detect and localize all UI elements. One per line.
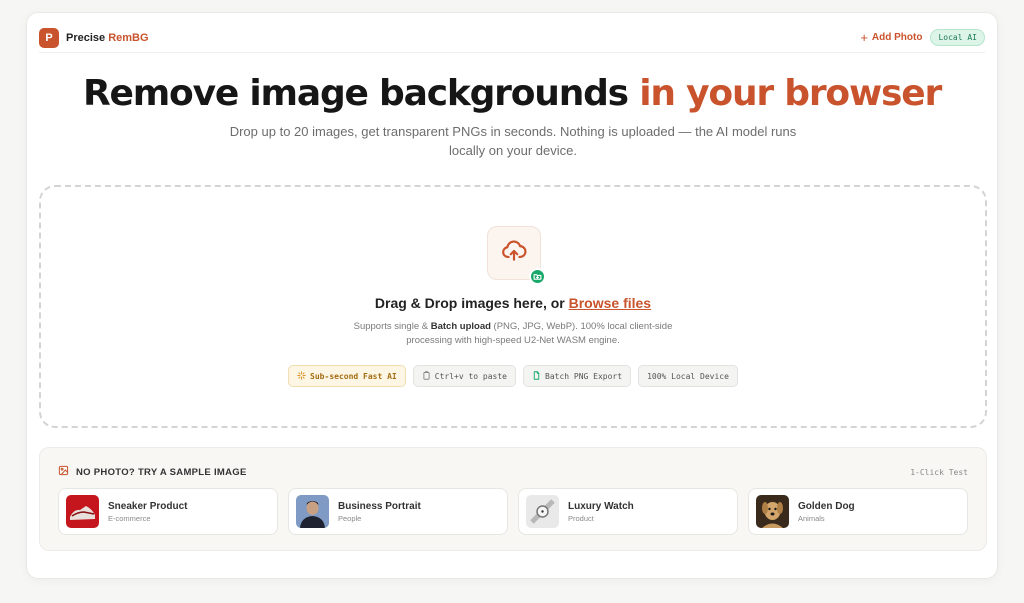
plus-icon: + (860, 30, 868, 45)
drop-desc-prefix: Supports single & (353, 321, 429, 332)
sample-category: Animals (798, 513, 825, 523)
sample-business-portrait[interactable]: Business Portrait People (288, 488, 508, 535)
sample-images-header: NO PHOTO? TRY A SAMPLE IMAGE 1-Click Tes… (58, 465, 968, 479)
drop-description: Supports single & Batch upload (PNG, JPG… (331, 320, 695, 348)
chip-fast-ai-label: Sub-second Fast AI (310, 371, 397, 381)
chip-paste-label: Ctrl+v to paste (434, 371, 507, 381)
chip-local-device: 100% Local Device (638, 365, 738, 387)
watch-thumbnail (526, 495, 559, 528)
sample-category: Product (568, 513, 594, 523)
brand-name-main: Precise (66, 31, 106, 44)
chip-paste: Ctrl+v to paste (412, 365, 516, 387)
sample-name: Golden Dog (798, 500, 855, 512)
sample-name: Luxury Watch (568, 500, 634, 512)
add-photo-button[interactable]: + Add Photo (860, 31, 922, 44)
local-ai-badge: Local AI (930, 29, 985, 46)
sample-name: Business Portrait (338, 500, 421, 512)
add-photo-label: Add Photo (871, 32, 923, 43)
sample-luxury-watch[interactable]: Luxury Watch Product (518, 488, 738, 535)
sparkle-icon (297, 370, 306, 382)
app-card: P Precise RemBG + Add Photo Local AI Rem… (26, 12, 998, 579)
sample-images-title: NO PHOTO? TRY A SAMPLE IMAGE (58, 465, 247, 479)
sneaker-thumbnail (66, 495, 99, 528)
dog-thumbnail (756, 495, 789, 528)
hero-title: Remove image backgrounds in your browser (27, 73, 997, 114)
sample-sneaker-product[interactable]: Sneaker Product E-commerce (58, 488, 278, 535)
top-bar: P Precise RemBG + Add Photo Local AI (39, 23, 985, 53)
brand-name: Precise RemBG (66, 32, 149, 44)
chip-batch-export: Batch PNG Export (523, 365, 632, 387)
image-icon (58, 465, 69, 479)
hero-title-accent: in your browser (639, 73, 942, 114)
logo-icon: P (39, 27, 59, 48)
sample-name: Sneaker Product (108, 500, 188, 512)
cloud-upload-icon (501, 238, 527, 269)
folder-plus-icon (529, 268, 546, 285)
top-actions: + Add Photo Local AI (860, 29, 985, 46)
upload-icon-box[interactable] (487, 226, 546, 285)
drop-title-text: Drag & Drop images here, or (374, 295, 565, 311)
drop-title: Drag & Drop images here, or Browse files (41, 295, 985, 311)
sample-list: Sneaker Product E-commerce Business Port… (58, 488, 968, 535)
clipboard-icon (422, 370, 431, 382)
hero-title-main: Remove image backgrounds (83, 73, 629, 114)
sample-images-title-text: NO PHOTO? TRY A SAMPLE IMAGE (76, 466, 247, 478)
brand-name-accent: RemBG (108, 31, 149, 44)
portrait-thumbnail (296, 495, 329, 528)
file-icon (532, 370, 541, 382)
hero-subtitle: Drop up to 20 images, get transparent PN… (229, 124, 797, 158)
sample-category: People (338, 513, 362, 523)
browse-files-link[interactable]: Browse files (569, 295, 651, 311)
chip-batch-export-label: Batch PNG Export (545, 371, 623, 381)
sample-images-panel: NO PHOTO? TRY A SAMPLE IMAGE 1-Click Tes… (39, 447, 987, 551)
sample-golden-dog[interactable]: Golden Dog Animals (748, 488, 968, 535)
brand[interactable]: P Precise RemBG (39, 27, 149, 48)
feature-chips: Sub-second Fast AI Ctrl+v to paste Batch… (41, 365, 985, 387)
chip-local-device-label: 100% Local Device (647, 371, 729, 381)
one-click-test-label: 1-Click Test (910, 467, 968, 477)
drop-desc-bold: Batch upload (430, 321, 491, 332)
sample-category: E-commerce (108, 513, 151, 523)
drop-zone[interactable]: Drag & Drop images here, or Browse files… (39, 185, 987, 428)
chip-fast-ai: Sub-second Fast AI (288, 365, 406, 387)
